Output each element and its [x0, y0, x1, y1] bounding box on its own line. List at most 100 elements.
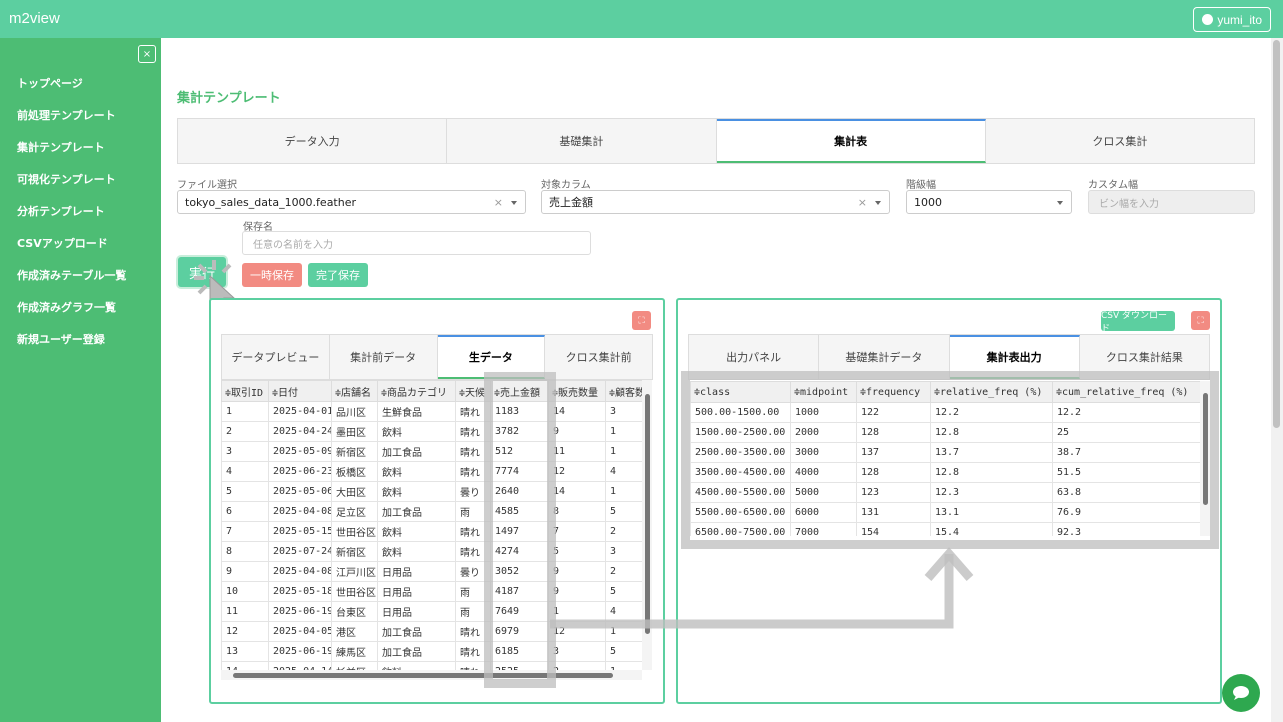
flow-arrow-icon	[550, 547, 974, 629]
left-panel-tabs: データプレビュー 集計前データ 生データ クロス集計前	[221, 334, 653, 380]
column-select[interactable]: 売上金額 ×	[541, 190, 890, 214]
table-cell: 日用品	[377, 601, 456, 622]
table-cell: 杉並区	[331, 661, 378, 670]
main-tabs: データ入力 基礎集計 集計表 クロス集計	[177, 118, 1255, 164]
sidebar-item-preprocess[interactable]: 前処理テンプレート	[17, 107, 116, 123]
expand-icon[interactable]: ⛶	[1191, 311, 1210, 330]
chat-button[interactable]	[1222, 674, 1260, 712]
table-cell: 1	[605, 441, 642, 462]
sidebar-close-button[interactable]: ×	[138, 45, 156, 63]
chevron-down-icon	[1057, 201, 1063, 205]
tab-data-input[interactable]: データ入力	[178, 119, 448, 163]
table-cell: 8	[548, 501, 606, 522]
table-row: 5 2025-05-06 大田区 飲料 曇り 2640 14 1	[221, 481, 642, 502]
table-cell: 9	[221, 561, 269, 582]
column-header[interactable]: ≑販売数量	[548, 380, 606, 402]
table-cell: 14	[221, 661, 269, 670]
table-cell: 13	[221, 641, 269, 662]
table-cell: 2025-06-19	[268, 641, 332, 662]
table-cell: 練馬区	[331, 641, 378, 662]
raw-data-hscroll-thumb[interactable]	[233, 673, 613, 678]
column-clear-icon[interactable]: ×	[858, 196, 867, 209]
table-cell: 4	[221, 461, 269, 482]
table-cell: 6	[221, 501, 269, 522]
table-cell: 5	[605, 641, 642, 662]
table-cell: 飲料	[377, 461, 456, 482]
table-cell: 加工食品	[377, 501, 456, 522]
custom-width-placeholder: ビン幅を入力	[1099, 198, 1159, 210]
table-cell: 足立区	[331, 501, 378, 522]
table-cell: 日用品	[377, 561, 456, 582]
final-save-button[interactable]: 完了保存	[308, 263, 368, 287]
table-cell: 加工食品	[377, 441, 456, 462]
user-name: yumi_ito	[1217, 12, 1262, 27]
table-cell: 新宿区	[331, 441, 378, 462]
table-cell: 2025-04-08	[268, 561, 332, 582]
tab-pre-cross-tab[interactable]: クロス集計前	[545, 335, 652, 379]
table-cell: 飲料	[377, 521, 456, 542]
file-select[interactable]: tokyo_sales_data_1000.feather ×	[177, 190, 526, 214]
page-scrollbar-thumb[interactable]	[1273, 40, 1280, 428]
sidebar-item-visualize[interactable]: 可視化テンプレート	[17, 171, 116, 187]
tab-basic-aggregate[interactable]: 基礎集計	[447, 119, 717, 163]
bin-width-select[interactable]: 1000	[906, 190, 1072, 214]
user-icon	[1202, 14, 1214, 25]
save-name-placeholder: 任意の名前を入力	[253, 239, 333, 251]
file-select-label: ファイル選択	[177, 180, 237, 191]
table-cell: 大田区	[331, 481, 378, 502]
table-header-row: ≑取引ID ≑日付 ≑店舗名 ≑商品カテゴリ ≑天候 ≑売上金額 ≑販売数量 ≑顧客数	[221, 380, 642, 402]
table-cell: 11	[548, 441, 606, 462]
table-row: 4 2025-06-23 板橋区 飲料 晴れ 7774 12 4	[221, 461, 642, 482]
table-cell: 2025-04-24	[268, 421, 332, 442]
table-cell: 11	[221, 601, 269, 622]
table-cell: 7	[548, 521, 606, 542]
chevron-down-icon	[511, 201, 517, 205]
table-row: 6 2025-04-08 足立区 加工食品雨 4585 8 5	[221, 501, 642, 522]
table-cell: 14	[548, 481, 606, 502]
table-cell: 2025-05-06	[268, 481, 332, 502]
sidebar-item-csv-upload[interactable]: CSVアップロード	[17, 235, 108, 251]
table-cell: 12	[221, 621, 269, 642]
save-name-input[interactable]: 任意の名前を入力	[242, 231, 591, 255]
table-cell: 世田谷区	[331, 521, 378, 542]
highlight-sales-column	[484, 372, 556, 688]
table-cell: 2025-05-09	[268, 441, 332, 462]
chevron-down-icon	[875, 201, 881, 205]
column-header[interactable]: ≑顧客数	[605, 380, 642, 402]
sidebar-item-top[interactable]: トップページ	[17, 75, 83, 91]
table-cell: 生鮮食品	[377, 401, 456, 422]
column-header[interactable]: ≑店舗名	[331, 380, 378, 402]
table-cell: 5	[221, 481, 269, 502]
user-menu-button[interactable]: yumi_ito	[1193, 7, 1271, 32]
tab-pre-aggregate-data[interactable]: 集計前データ	[330, 335, 438, 379]
column-header[interactable]: ≑商品カテゴリ	[377, 380, 456, 402]
table-cell: 7	[221, 521, 269, 542]
column-header[interactable]: ≑日付	[268, 380, 332, 402]
sidebar-item-analysis[interactable]: 分析テンプレート	[17, 203, 105, 219]
table-cell: 加工食品	[377, 641, 456, 662]
expand-icon[interactable]: ⛶	[632, 311, 651, 330]
sidebar-item-tables[interactable]: 作成済みテーブル一覧	[17, 267, 126, 283]
table-cell: 9	[548, 421, 606, 442]
table-cell: 飲料	[377, 661, 456, 670]
table-cell: 江戸川区	[331, 561, 378, 582]
table-cell: 4	[605, 461, 642, 482]
table-cell: 3	[221, 441, 269, 462]
column-header[interactable]: ≑取引ID	[221, 380, 269, 402]
tab-cross-tab[interactable]: クロス集計	[986, 119, 1254, 163]
table-cell: 飲料	[377, 481, 456, 502]
sidebar-item-graphs[interactable]: 作成済みグラフ一覧	[17, 299, 116, 315]
csv-download-button[interactable]: CSV ダウンロード	[1101, 311, 1175, 334]
table-cell: 2025-04-01	[268, 401, 332, 422]
app-title[interactable]: m2view	[9, 10, 60, 27]
file-clear-icon[interactable]: ×	[494, 196, 503, 209]
table-cell: 2	[548, 661, 606, 670]
tab-data-preview[interactable]: データプレビュー	[222, 335, 330, 379]
table-cell: 飲料	[377, 421, 456, 442]
sidebar-item-aggregate[interactable]: 集計テンプレート	[17, 139, 105, 155]
table-cell: 2025-04-08	[268, 501, 332, 522]
sidebar-item-register-user[interactable]: 新規ユーザー登録	[17, 331, 105, 347]
chat-bubble-icon	[1233, 686, 1249, 700]
table-cell: 世田谷区	[331, 581, 378, 602]
tab-summary-table[interactable]: 集計表	[716, 119, 986, 163]
